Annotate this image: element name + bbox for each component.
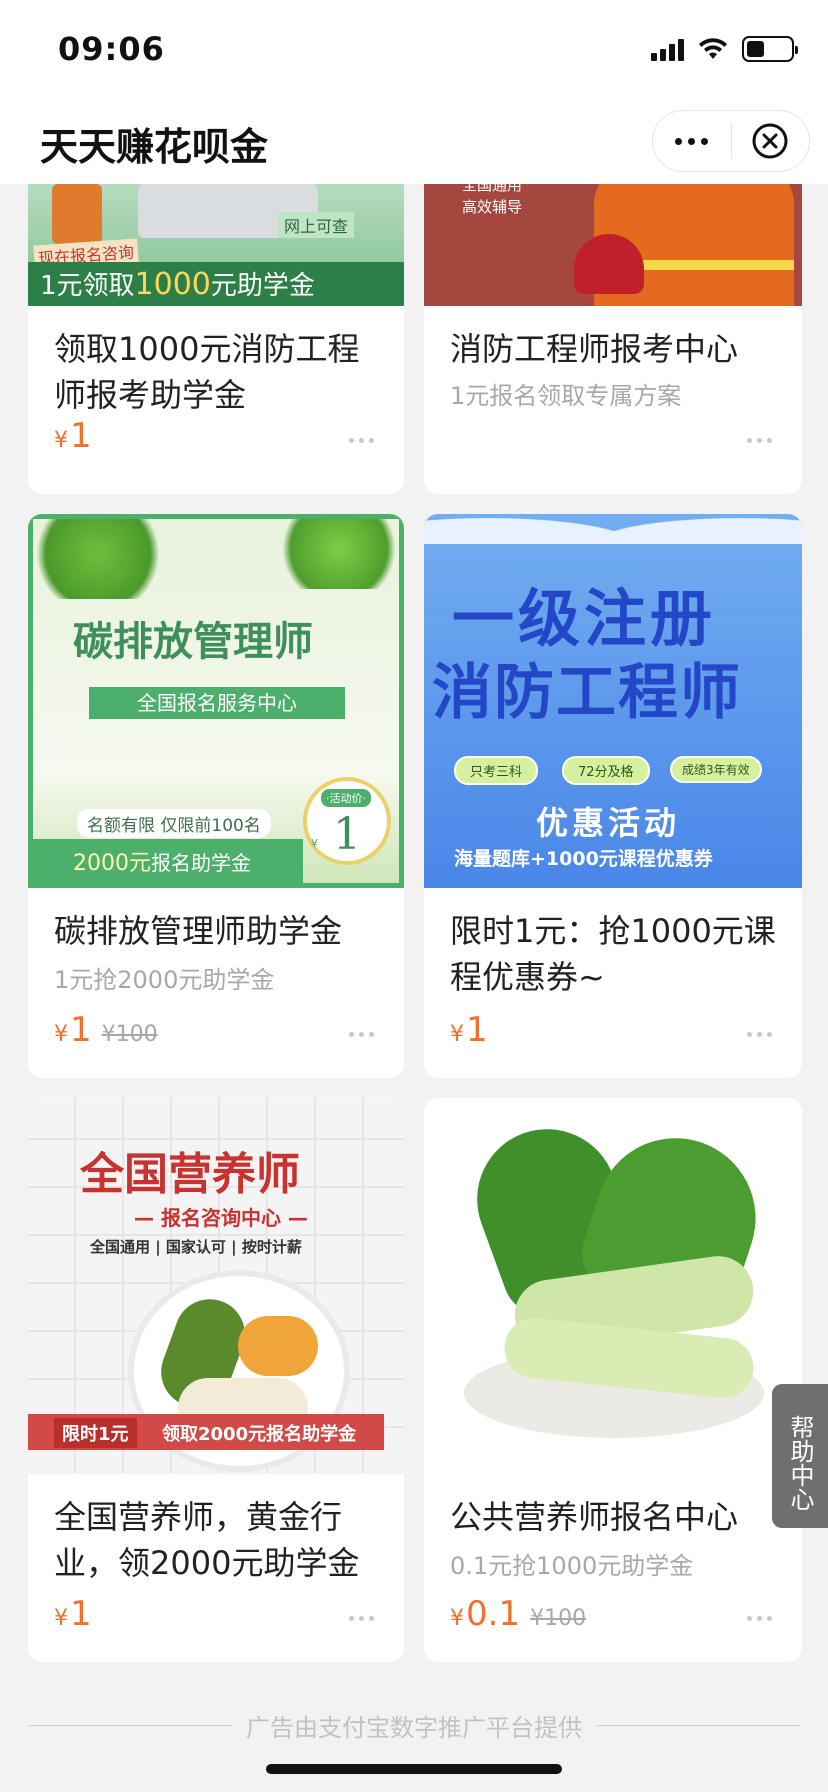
status-bar: 09:06: [0, 0, 828, 96]
more-options-icon[interactable]: [747, 438, 772, 443]
product-subtitle: 0.1元抢1000元助学金: [450, 1552, 694, 1580]
ad-footer: 广告由支付宝数字推广平台提供: [28, 1708, 800, 1743]
product-card[interactable]: 公共营养师报名中心 0.1元抢1000元助学金 ¥0.1 ¥100: [424, 1098, 802, 1662]
product-card[interactable]: 全国通用 高效辅导 消防工程师报考中心 1元报名领取专属方案: [424, 184, 802, 494]
more-options-icon[interactable]: [349, 1032, 374, 1037]
original-price: ¥100: [530, 1606, 587, 1631]
price-row: ¥1: [450, 1010, 488, 1050]
product-title: 公共营养师报名中心: [450, 1498, 739, 1536]
status-icons: [651, 36, 798, 62]
wifi-icon: [699, 38, 727, 59]
product-image: [424, 1098, 802, 1474]
price-row: ¥1: [54, 1594, 92, 1634]
mini-program-capsule: [652, 110, 810, 172]
product-card[interactable]: 一级注册 消防工程师 只考三科 72分及格 成绩3年有效 优惠活动 海量题库+1…: [424, 514, 802, 1078]
price: ¥1: [54, 1594, 92, 1634]
divider: [596, 1725, 800, 1726]
product-image: 一级注册 消防工程师 只考三科 72分及格 成绩3年有效 优惠活动 海量题库+1…: [424, 514, 802, 888]
price-row: ¥1: [54, 416, 92, 456]
divider: [28, 1725, 232, 1726]
original-price: ¥100: [101, 1022, 158, 1047]
close-button[interactable]: [732, 111, 810, 171]
product-title: 全国营养师，黄金行业，领2000元助学金: [54, 1498, 360, 1582]
product-card[interactable]: 全国营养师 — 报名咨询中心 — 全国通用 | 国家认可 | 按时计薪 限时1元…: [28, 1098, 404, 1662]
cellular-signal-icon: [651, 37, 684, 61]
close-circle-icon: [752, 123, 788, 159]
product-title: 领取1000元消防工程师报考助学金: [54, 330, 360, 414]
product-subtitle: 1元报名领取专属方案: [450, 382, 682, 410]
more-icon: [675, 137, 709, 145]
product-feed[interactable]: 网上可查 现在报名咨询 1元领取1000元助学金 领取1000元消防工程师报考助…: [0, 184, 828, 1792]
page-title: 天天赚花呗金: [40, 125, 269, 169]
price: ¥1: [54, 416, 92, 456]
product-image: 网上可查 现在报名咨询 1元领取1000元助学金: [28, 184, 404, 306]
more-options-icon[interactable]: [747, 1616, 772, 1621]
more-menu-button[interactable]: [653, 111, 731, 171]
price: ¥0.1: [450, 1594, 521, 1634]
price-row: ¥1 ¥100: [54, 1010, 158, 1050]
price: ¥1: [450, 1010, 488, 1050]
more-options-icon[interactable]: [349, 438, 374, 443]
home-indicator[interactable]: [266, 1764, 562, 1774]
status-time: 09:06: [58, 30, 165, 68]
product-title: 消防工程师报考中心: [450, 330, 739, 368]
battery-icon: [742, 36, 798, 62]
more-options-icon[interactable]: [747, 1032, 772, 1037]
product-title: 限时1元：抢1000元课程优惠券~: [450, 912, 776, 996]
help-center-tab[interactable]: 帮助中心: [772, 1384, 828, 1528]
more-options-icon[interactable]: [349, 1616, 374, 1621]
product-image: 全国营养师 — 报名咨询中心 — 全国通用 | 国家认可 | 按时计薪 限时1元…: [28, 1098, 404, 1474]
product-image: 全国通用 高效辅导: [424, 184, 802, 306]
product-title: 碳排放管理师助学金: [54, 912, 343, 950]
product-image: 碳排放管理师 全国报名服务中心 名额有限 仅限前100名 2000元报名助学金 …: [28, 514, 404, 888]
product-subtitle: 1元抢2000元助学金: [54, 966, 275, 994]
price: ¥1: [54, 1010, 92, 1050]
product-card[interactable]: 碳排放管理师 全国报名服务中心 名额有限 仅限前100名 2000元报名助学金 …: [28, 514, 404, 1078]
ad-disclaimer: 广告由支付宝数字推广平台提供: [246, 1714, 582, 1742]
price-row: ¥0.1 ¥100: [450, 1594, 586, 1634]
nav-bar: 天天赚花呗金: [0, 96, 828, 184]
product-card[interactable]: 网上可查 现在报名咨询 1元领取1000元助学金 领取1000元消防工程师报考助…: [28, 184, 404, 494]
